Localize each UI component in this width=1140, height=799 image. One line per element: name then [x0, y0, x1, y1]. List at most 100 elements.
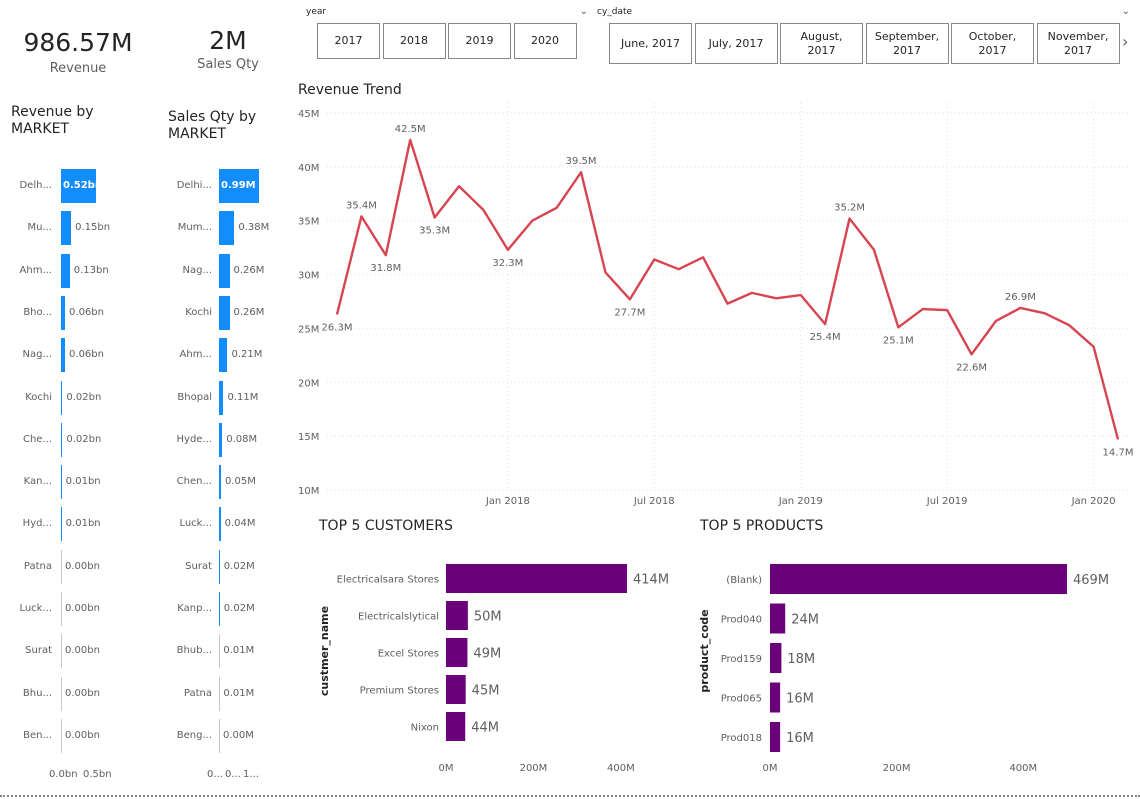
revenue-data-point[interactable]: [432, 214, 438, 220]
market-row[interactable]: Kochi 0.02bn: [0, 380, 160, 415]
market-bar[interactable]: [61, 465, 62, 500]
top-products-plot: product_code (Blank) 469M Prod040 24M Prod159…: [698, 564, 1109, 774]
market-bar[interactable]: [219, 380, 224, 415]
revenue-data-point[interactable]: [602, 269, 608, 275]
date-option[interactable]: September, 2017: [865, 23, 949, 64]
revenue-series-line[interactable]: [335, 138, 1120, 440]
revenue-data-point[interactable]: [407, 137, 413, 143]
market-bar[interactable]: [219, 465, 222, 500]
market-row[interactable]: Surat 0.02M: [160, 549, 320, 584]
revenue-data-point[interactable]: [969, 351, 975, 357]
revenue-data-point[interactable]: [358, 213, 364, 219]
revenue-data-point[interactable]: [627, 296, 633, 302]
revenue-data-point[interactable]: [993, 318, 999, 324]
revenue-data-point[interactable]: [725, 301, 731, 307]
market-row[interactable]: Kan... 0.01bn: [0, 465, 160, 500]
date-option[interactable]: October, 2017: [951, 23, 1034, 64]
chevron-down-icon[interactable]: ⌄: [1122, 6, 1130, 17]
market-row[interactable]: Hyd... 0.01bn: [0, 507, 160, 542]
revenue-data-point[interactable]: [822, 321, 828, 327]
revenue-data-point[interactable]: [847, 216, 853, 222]
chevron-right-icon[interactable]: ›: [1122, 32, 1128, 51]
market-row[interactable]: Nag... 0.06bn: [0, 338, 160, 373]
bar[interactable]: [446, 564, 627, 593]
revenue-data-point[interactable]: [456, 183, 462, 189]
revenue-data-point[interactable]: [334, 311, 340, 317]
date-option[interactable]: November, 2017: [1036, 23, 1120, 64]
revenue-data-point[interactable]: [798, 292, 804, 298]
revenue-data-point[interactable]: [505, 247, 511, 253]
revenue-data-point[interactable]: [1042, 310, 1048, 316]
year-option[interactable]: 2018: [382, 23, 446, 59]
bar[interactable]: [770, 722, 781, 752]
revenue-data-point[interactable]: [1091, 344, 1097, 350]
bar[interactable]: [770, 564, 1067, 594]
market-bar[interactable]: [219, 211, 235, 246]
market-row[interactable]: Bhub... 0.01M: [160, 634, 320, 669]
market-row[interactable]: Kanp... 0.02M: [160, 592, 320, 626]
market-bar[interactable]: [219, 295, 230, 330]
revenue-data-point[interactable]: [480, 207, 486, 213]
market-row[interactable]: Che... 0.02bn: [0, 422, 160, 457]
market-row[interactable]: Mu... 0.15bn: [0, 211, 160, 246]
year-option[interactable]: 2017: [317, 23, 380, 59]
revenue-data-point[interactable]: [578, 169, 584, 175]
bar[interactable]: [446, 638, 468, 667]
market-bar[interactable]: [219, 422, 223, 457]
market-row[interactable]: Delh... 0.52bn: [0, 169, 160, 203]
market-bar[interactable]: [61, 507, 62, 542]
market-name: Luck...: [179, 518, 212, 530]
revenue-data-point[interactable]: [554, 205, 560, 211]
market-row[interactable]: Patna 0.01M: [160, 676, 320, 711]
market-row[interactable]: Bho... 0.06bn: [0, 295, 160, 330]
bar[interactable]: [446, 712, 466, 741]
date-option[interactable]: July, 2017: [694, 23, 778, 64]
market-bar[interactable]: [219, 338, 228, 373]
market-bar[interactable]: [61, 295, 66, 330]
market-bar[interactable]: [61, 380, 63, 415]
bar[interactable]: [446, 601, 468, 630]
y-axis-title: product_code: [698, 609, 711, 692]
chevron-down-icon[interactable]: ⌄: [580, 6, 588, 17]
revenue-data-point[interactable]: [749, 290, 755, 296]
market-row[interactable]: Surat 0.00bn: [0, 634, 160, 669]
market-row[interactable]: Patna 0.00bn: [0, 549, 160, 584]
bar[interactable]: [770, 682, 781, 713]
revenue-data-point[interactable]: [895, 324, 901, 330]
revenue-data-point[interactable]: [383, 252, 389, 258]
revenue-data-point[interactable]: [676, 266, 682, 272]
revenue-data-point[interactable]: [920, 306, 926, 312]
market-bar[interactable]: [61, 422, 63, 457]
revenue-data-point[interactable]: [1017, 305, 1023, 311]
market-bar[interactable]: [219, 253, 230, 288]
date-option[interactable]: August, 2017: [780, 23, 863, 64]
market-bar[interactable]: [219, 592, 220, 626]
bar-value-label: 16M: [786, 692, 814, 707]
market-bar[interactable]: [61, 211, 72, 246]
market-row[interactable]: Ben... 0.00bn: [0, 718, 160, 753]
revenue-data-point[interactable]: [944, 307, 950, 313]
revenue-data-point[interactable]: [871, 247, 877, 253]
x-tick-label: Jul 2019: [926, 496, 968, 507]
bar[interactable]: [770, 603, 786, 634]
revenue-data-point[interactable]: [773, 295, 779, 301]
market-bar[interactable]: [219, 507, 221, 542]
market-bar[interactable]: [61, 253, 70, 288]
market-bar[interactable]: [219, 549, 220, 584]
year-option[interactable]: 2019: [448, 23, 511, 59]
bar[interactable]: [446, 675, 466, 704]
revenue-data-point[interactable]: [1115, 436, 1121, 442]
market-row[interactable]: Luck... 0.00bn: [0, 592, 160, 626]
bar[interactable]: [770, 643, 782, 673]
date-option[interactable]: June, 2017: [609, 23, 692, 64]
market-row[interactable]: Ahm... 0.13bn: [0, 253, 160, 288]
market-row[interactable]: Bhu... 0.00bn: [0, 676, 160, 711]
revenue-data-point[interactable]: [700, 254, 706, 260]
market-row[interactable]: Beng... 0.00M: [160, 718, 320, 753]
revenue-data-point[interactable]: [529, 218, 535, 224]
revenue-data-point[interactable]: [1066, 322, 1072, 328]
revenue-data-point[interactable]: [651, 256, 657, 262]
market-bar[interactable]: [61, 338, 66, 373]
bar-axis-line: [61, 592, 62, 626]
year-option[interactable]: 2020: [513, 23, 577, 59]
